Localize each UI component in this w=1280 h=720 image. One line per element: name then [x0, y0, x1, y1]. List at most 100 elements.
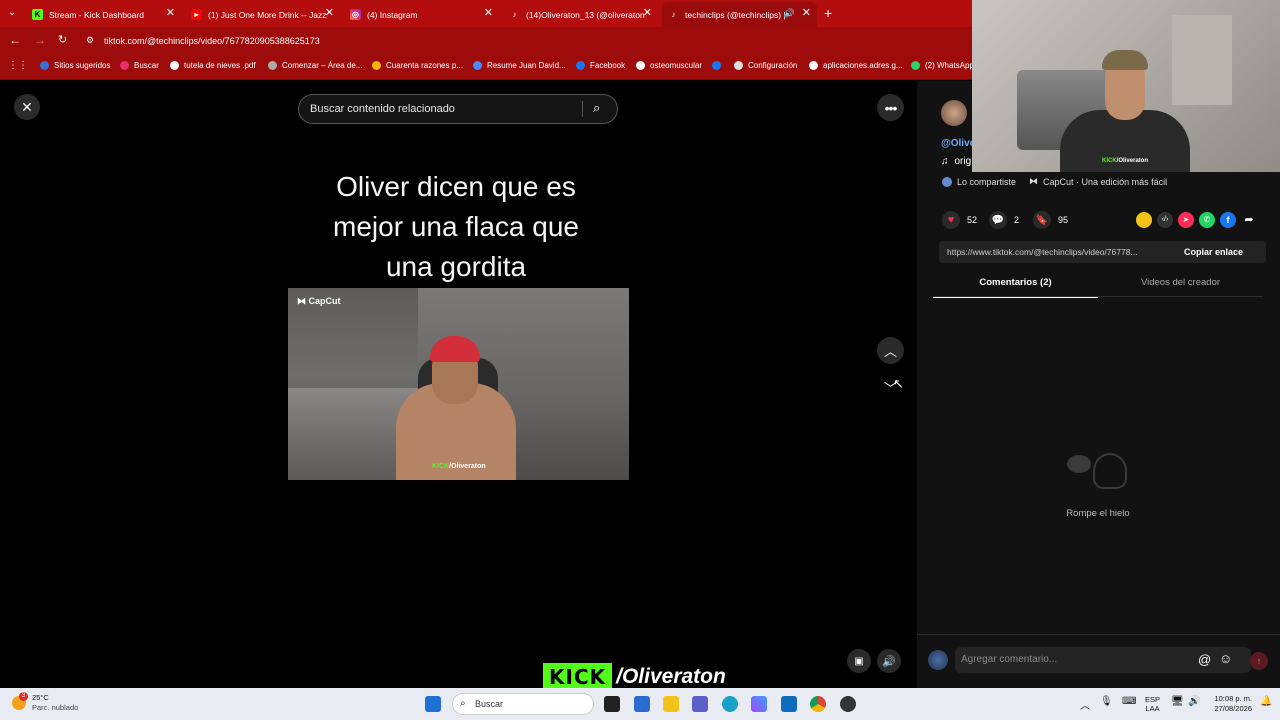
- bookmarks-bar: ⋮⋮ Sitios sugeridos Buscar tutela de nie…: [0, 54, 974, 80]
- bookmark-icon: [473, 61, 482, 70]
- video-player[interactable]: Oliver dicen que es mejor una flaca que …: [288, 81, 629, 688]
- whatsapp-icon[interactable]: ✆: [1199, 212, 1215, 228]
- facebook-icon: [576, 61, 585, 70]
- back-icon[interactable]: ←: [9, 33, 21, 47]
- kick-watermark: KICK/Oliveraton: [432, 463, 486, 470]
- bookmark-item[interactable]: osteomuscular: [636, 61, 702, 70]
- forward-icon[interactable]: →: [34, 33, 46, 47]
- post-comment-button[interactable]: ↑: [1250, 652, 1268, 670]
- copilot-icon[interactable]: [751, 696, 767, 712]
- kick-icon: K: [32, 9, 43, 20]
- apps-grid-icon[interactable]: ⋮⋮: [8, 60, 28, 71]
- tab-comments[interactable]: Comentarios (2): [933, 277, 1098, 298]
- comment-input[interactable]: Agregar comentario... @ ☺: [955, 647, 1251, 673]
- task-view-icon[interactable]: [604, 696, 620, 712]
- author-avatar[interactable]: [941, 100, 967, 126]
- bookmark-item[interactable]: tutela de nieves .pdf: [170, 61, 256, 70]
- video-frame: ⧓ CapCut KICK/Oliveraton: [288, 288, 629, 480]
- chrome-icon[interactable]: [810, 696, 826, 712]
- embed-icon[interactable]: ‹/›: [1157, 212, 1173, 228]
- author-handle[interactable]: @Olive: [941, 138, 975, 149]
- previous-video-button[interactable]: ︿: [877, 337, 904, 364]
- weather-icon: 3: [12, 692, 28, 710]
- share-arrow-icon[interactable]: ➦: [1241, 212, 1257, 228]
- close-tab-icon[interactable]: ✕: [325, 8, 334, 19]
- tab-label: Stream - Kick Dashboard: [49, 9, 144, 20]
- tab-creator-videos[interactable]: Videos del creador: [1098, 277, 1263, 296]
- keyboard-icon[interactable]: ⌨: [1122, 696, 1136, 707]
- close-tab-icon[interactable]: ✕: [643, 8, 652, 19]
- bookmark-item[interactable]: Sitios sugeridos: [40, 61, 110, 70]
- bookmark-item[interactable]: Buscar: [120, 61, 159, 70]
- network-icon[interactable]: 🖥: [1171, 696, 1184, 707]
- speaker-icon[interactable]: 🔊: [784, 8, 795, 19]
- windows-start-icon[interactable]: [425, 696, 441, 712]
- new-tab-button[interactable]: +: [824, 5, 832, 21]
- search-icon[interactable]: ⌕: [593, 100, 600, 116]
- url-field[interactable]: tiktok.com/@techinclips/video/7677820905…: [104, 36, 320, 46]
- taskbar: 3 25°C Parc. nublado ⌕ Buscar ︿ 🎙 ⌨ ESP …: [0, 688, 1280, 720]
- mouse-cursor-icon: ↖: [893, 376, 904, 391]
- save-button[interactable]: 🔖 95: [1033, 211, 1068, 229]
- mention-icon[interactable]: @: [1198, 652, 1211, 667]
- tab-list-chevron-icon[interactable]: ⌄: [8, 7, 16, 18]
- notifications-icon[interactable]: 🔔: [1260, 696, 1272, 707]
- obs-icon[interactable]: [840, 696, 856, 712]
- language-indicator[interactable]: ESP LAA: [1145, 695, 1160, 713]
- tab-tiktok-oliveraton[interactable]: ♪ (14)Oliveraton_13 (@oliveraton ✕: [503, 2, 658, 27]
- facebook-icon[interactable]: f: [1220, 212, 1236, 228]
- video-caption: Oliver dicen que es mejor una flaca que …: [333, 171, 579, 282]
- bookmark-icon: 🔖: [1033, 211, 1051, 229]
- microphone-icon[interactable]: 🎙: [1100, 696, 1113, 707]
- volume-button[interactable]: 🔊: [877, 649, 901, 673]
- bookmark-item[interactable]: [712, 61, 726, 70]
- clock-time: 10:08 p. m.: [1214, 694, 1252, 703]
- clock[interactable]: 10:08 p. m. 27/08/2026: [1206, 694, 1252, 714]
- video-link[interactable]: https://www.tiktok.com/@techinclips/vide…: [947, 247, 1172, 257]
- instagram-icon: [120, 61, 129, 70]
- bookmark-item[interactable]: aplicaciones.adres.g...: [809, 61, 903, 70]
- bookmark-item[interactable]: Configuración: [734, 61, 797, 70]
- like-button[interactable]: ♥ 52: [942, 211, 977, 229]
- bookmark-item[interactable]: (2) WhatsApp: [911, 61, 974, 70]
- close-button[interactable]: ✕: [14, 94, 40, 120]
- file-explorer-icon[interactable]: [663, 696, 679, 712]
- user-avatar[interactable]: [928, 650, 948, 670]
- floating-player-button[interactable]: ▣: [847, 649, 871, 673]
- copy-link-button[interactable]: Copiar enlace: [1184, 247, 1243, 257]
- bookmark-item[interactable]: Resume Juan David...: [473, 61, 566, 70]
- search-input[interactable]: Buscar contenido relacionado ⌕: [298, 94, 618, 124]
- close-tab-icon[interactable]: ✕: [484, 8, 493, 19]
- taskbar-search[interactable]: ⌕ Buscar: [452, 693, 594, 715]
- store-icon[interactable]: [634, 696, 650, 712]
- sound-row[interactable]: ♫ orig: [941, 156, 971, 167]
- close-tab-icon[interactable]: ✕: [166, 8, 175, 19]
- volume-icon: 🔊: [882, 655, 896, 668]
- tab-kick-dashboard[interactable]: K Stream - Kick Dashboard ✕: [26, 2, 181, 27]
- edge-icon[interactable]: [722, 696, 738, 712]
- comment-button[interactable]: 💬 2: [989, 211, 1019, 229]
- emoji-icon[interactable]: ☺: [1219, 651, 1232, 666]
- bookmark-item[interactable]: Comenzar – Área de...: [268, 61, 362, 70]
- bookmark-item[interactable]: Cuarenta razones p...: [372, 61, 463, 70]
- heart-icon: ♥: [942, 211, 960, 229]
- globe-icon: [636, 61, 645, 70]
- teams-icon[interactable]: [692, 696, 708, 712]
- site-info-icon[interactable]: ⚙: [86, 35, 94, 46]
- tab-instagram[interactable]: ◎ (4) Instagram ✕: [344, 2, 499, 27]
- tray-chevron-icon[interactable]: ︿: [1080, 697, 1090, 712]
- bookmark-item[interactable]: Facebook: [576, 61, 625, 70]
- tiktok-icon: ♪: [671, 10, 676, 19]
- weather-widget[interactable]: 3 25°C Parc. nublado: [12, 692, 78, 713]
- volume-icon[interactable]: 🔊: [1188, 696, 1200, 707]
- outlook-icon[interactable]: [781, 696, 797, 712]
- tab-youtube[interactable]: ▸ (1) Just One More Drink -- Jazz ✕: [185, 2, 340, 27]
- more-options-button[interactable]: •••: [877, 94, 904, 121]
- kick-overlay: KICK /Oliveraton: [543, 663, 726, 691]
- tab-tiktok-techinclips[interactable]: ♪ techinclips (@techinclips) | 🔊 ✕: [662, 2, 817, 27]
- send-icon[interactable]: ➤: [1178, 212, 1194, 228]
- close-tab-icon[interactable]: ✕: [802, 8, 811, 19]
- kick-logo: KICK: [543, 663, 613, 691]
- coin-icon[interactable]: [1136, 212, 1152, 228]
- reload-icon[interactable]: ↻: [58, 33, 67, 46]
